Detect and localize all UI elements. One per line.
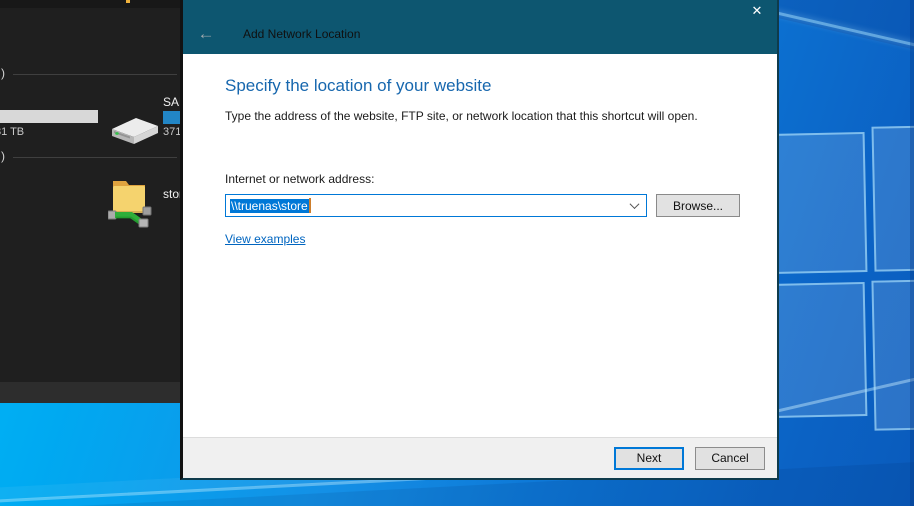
group-header-network[interactable]: ) xyxy=(0,149,181,165)
back-button[interactable]: ← xyxy=(193,23,219,45)
address-label: Internet or network address: xyxy=(225,172,740,186)
windows-logo-pane xyxy=(871,279,914,430)
chevron-down-icon xyxy=(629,199,639,209)
address-row: \\truenas\store Browse... xyxy=(225,194,740,217)
windows-logo-pane xyxy=(769,282,868,418)
drive-usage-bar xyxy=(163,111,181,124)
file-explorer-window: ) 31 TB SAM 371 ) xyxy=(0,0,181,403)
network-folder-name: store xyxy=(163,187,181,201)
group-divider xyxy=(13,74,177,75)
back-arrow-icon: ← xyxy=(198,24,215,43)
close-button[interactable]: ✕ xyxy=(741,0,773,22)
explorer-top-edge xyxy=(0,0,181,8)
group-header-devices[interactable]: ) xyxy=(0,66,181,82)
folder-icon-peek xyxy=(126,0,130,3)
drive-capacity-text: 371 xyxy=(163,126,181,138)
hard-drive-icon[interactable] xyxy=(108,110,162,150)
group-header-text: ) xyxy=(1,66,5,80)
view-examples-link[interactable]: View examples xyxy=(225,232,305,246)
add-network-location-dialog: ← Add Network Location ✕ Specify the loc… xyxy=(180,0,779,480)
selected-text: \\truenas\store xyxy=(230,199,309,213)
dialog-body: Specify the location of your website Typ… xyxy=(183,54,777,437)
drive-capacity-text: 31 TB xyxy=(0,126,24,138)
address-input[interactable]: \\truenas\store xyxy=(225,194,647,217)
page-title: Specify the location of your website xyxy=(225,54,740,96)
text-caret xyxy=(309,198,311,213)
dialog-footer: Next Cancel xyxy=(183,437,777,478)
screen-edge-shade xyxy=(910,0,914,506)
dialog-title: Add Network Location xyxy=(243,27,360,41)
windows-logo-pane xyxy=(769,132,868,274)
explorer-status-bar xyxy=(0,382,181,403)
drive-usage-bar xyxy=(0,110,98,123)
dropdown-button[interactable] xyxy=(625,195,643,216)
browse-button[interactable]: Browse... xyxy=(656,194,740,217)
network-folder-icon xyxy=(108,174,152,230)
close-icon: ✕ xyxy=(752,3,763,18)
group-divider xyxy=(13,157,177,158)
windows-logo-pane xyxy=(871,125,914,271)
dialog-titlebar: ← Add Network Location ✕ xyxy=(183,0,777,54)
group-header-text: ) xyxy=(1,149,5,163)
drive-name: SAM xyxy=(163,95,181,109)
page-description: Type the address of the website, FTP sit… xyxy=(225,109,740,123)
screen: ) 31 TB SAM 371 ) xyxy=(0,0,914,506)
cancel-button[interactable]: Cancel xyxy=(695,447,765,470)
next-button[interactable]: Next xyxy=(614,447,684,470)
